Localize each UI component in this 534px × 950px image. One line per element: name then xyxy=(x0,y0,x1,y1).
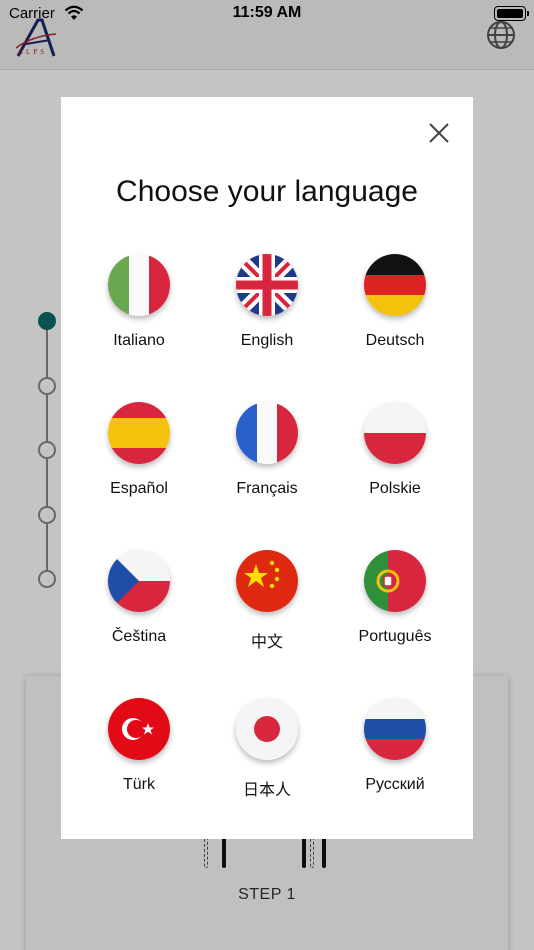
language-option-chinese[interactable]: 中文 xyxy=(203,543,331,691)
italy-flag-icon xyxy=(108,254,170,316)
language-label: Čeština xyxy=(111,628,167,645)
language-option-deutsch[interactable]: Deutsch xyxy=(331,247,459,395)
uk-flag-icon xyxy=(236,254,298,316)
language-option-polskie[interactable]: Polskie xyxy=(331,395,459,543)
language-label: Türk xyxy=(123,776,155,793)
japan-flag-icon xyxy=(236,698,298,760)
language-label: 中文 xyxy=(250,634,283,651)
language-label: Italiano xyxy=(113,332,165,349)
language-option-russian[interactable]: Русский xyxy=(331,691,459,839)
spain-flag-icon xyxy=(108,402,170,464)
status-bar: Carrier 11:59 AM xyxy=(0,0,534,28)
poland-flag-icon xyxy=(364,402,426,464)
turkey-flag-icon xyxy=(108,698,170,760)
language-label: Русский xyxy=(365,776,425,793)
language-option-portugues[interactable]: Português xyxy=(331,543,459,691)
modal-title: Choose your language xyxy=(116,175,418,208)
china-flag-icon xyxy=(236,550,298,612)
language-label: Polskie xyxy=(369,480,421,497)
language-option-turk[interactable]: Türk xyxy=(75,691,203,839)
portugal-flag-icon xyxy=(364,550,426,612)
language-option-cestina[interactable]: Čeština xyxy=(75,543,203,691)
language-grid: Italiano English Deutsch Español Françai… xyxy=(75,247,459,839)
language-modal: Choose your language Italiano English De… xyxy=(61,97,473,839)
language-option-japanese[interactable]: 日本人 xyxy=(203,691,331,839)
language-label: Español xyxy=(110,480,168,497)
battery-icon xyxy=(494,6,529,21)
close-icon[interactable] xyxy=(427,121,451,145)
clock: 11:59 AM xyxy=(232,4,302,21)
language-label: Deutsch xyxy=(365,332,425,349)
france-flag-icon xyxy=(236,402,298,464)
language-option-english[interactable]: English xyxy=(203,247,331,395)
language-label: Français xyxy=(236,480,298,497)
language-option-italiano[interactable]: Italiano xyxy=(75,247,203,395)
germany-flag-icon xyxy=(364,254,426,316)
language-option-espanol[interactable]: Español xyxy=(75,395,203,543)
language-label: Português xyxy=(358,628,432,645)
russia-flag-icon xyxy=(364,698,426,760)
language-label: 日本人 xyxy=(242,782,291,799)
language-label: English xyxy=(240,332,294,349)
czech-flag-icon xyxy=(108,550,170,612)
language-option-francais[interactable]: Français xyxy=(203,395,331,543)
